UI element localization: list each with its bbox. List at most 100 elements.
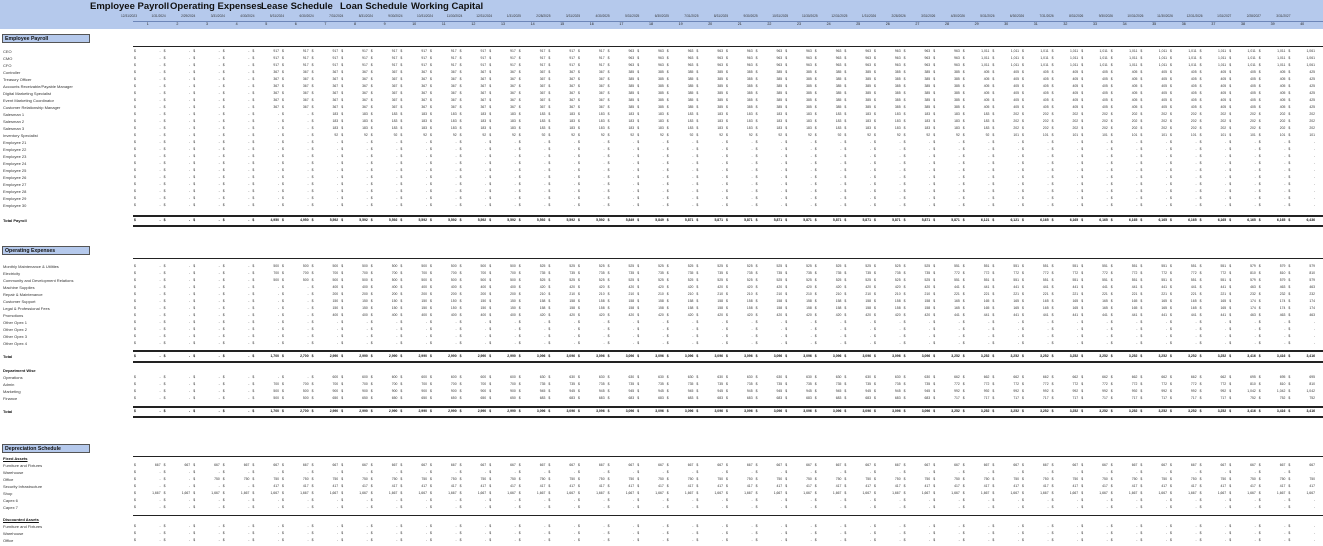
table-cell[interactable]: - (670, 504, 693, 511)
table-cell[interactable]: - (522, 326, 545, 333)
table-cell[interactable]: 385 (640, 90, 664, 97)
table-cell[interactable]: - (374, 202, 397, 209)
table-cell[interactable]: 1,667 (581, 490, 605, 497)
table-cell[interactable]: - (196, 146, 220, 153)
table-cell[interactable]: 1,667 (285, 490, 309, 497)
table-cell[interactable]: - (255, 537, 279, 544)
table-cell[interactable]: 400 (492, 284, 516, 291)
total-cell[interactable]: 3,096 (522, 408, 546, 415)
table-cell[interactable]: - (907, 174, 930, 181)
table-cell[interactable]: 525 (729, 263, 753, 270)
table-cell[interactable]: - (196, 523, 220, 530)
table-cell[interactable]: - (196, 530, 220, 537)
table-cell[interactable]: 992 (1055, 388, 1079, 395)
table-cell[interactable]: 367 (255, 76, 279, 83)
table-cell[interactable]: 158 (759, 305, 783, 312)
total-cell[interactable]: 3,096 (611, 353, 635, 360)
table-cell[interactable]: 405 (1084, 90, 1108, 97)
total-cell[interactable]: - (137, 408, 160, 415)
table-cell[interactable]: - (847, 146, 871, 153)
table-cell[interactable]: - (818, 181, 841, 188)
table-cell[interactable]: - (907, 333, 930, 340)
table-cell[interactable]: - (1262, 153, 1285, 160)
table-cell[interactable]: - (463, 181, 486, 188)
table-cell[interactable]: 772 (1203, 381, 1227, 388)
table-cell[interactable]: - (1173, 160, 1196, 167)
table-cell[interactable]: 551 (1084, 263, 1108, 270)
total-cell[interactable]: 3,096 (877, 353, 901, 360)
table-cell[interactable]: 630 (611, 374, 635, 381)
table-cell[interactable]: - (759, 326, 782, 333)
table-cell[interactable]: 525 (640, 263, 664, 270)
table-cell[interactable]: 717 (1143, 395, 1167, 402)
table-cell[interactable]: - (315, 497, 338, 504)
table-cell[interactable]: - (137, 537, 160, 544)
table-cell[interactable]: 667 (611, 462, 635, 469)
table-cell[interactable]: 202 (1262, 118, 1286, 125)
table-cell[interactable]: - (255, 504, 279, 511)
table-cell[interactable]: 367 (463, 104, 487, 111)
table-cell[interactable]: - (581, 326, 604, 333)
table-cell[interactable]: - (255, 132, 279, 139)
table-cell[interactable]: 367 (315, 83, 339, 90)
table-cell[interactable]: - (1232, 139, 1256, 146)
table-cell[interactable]: - (137, 298, 160, 305)
table-cell[interactable]: 667 (167, 462, 191, 469)
table-cell[interactable]: 367 (403, 69, 427, 76)
table-cell[interactable]: 101 (1291, 132, 1315, 139)
table-cell[interactable]: 367 (551, 97, 575, 104)
table-cell[interactable]: - (1143, 195, 1167, 202)
total-cell[interactable]: 3,096 (759, 353, 783, 360)
table-cell[interactable]: - (226, 374, 249, 381)
table-cell[interactable]: 165 (1055, 298, 1079, 305)
table-cell[interactable]: 525 (611, 277, 635, 284)
table-cell[interactable]: 405 (1143, 83, 1167, 90)
table-cell[interactable]: 405 (1262, 69, 1286, 76)
table-cell[interactable]: - (877, 504, 900, 511)
table-cell[interactable]: - (1203, 523, 1226, 530)
table-cell[interactable]: 667 (492, 462, 516, 469)
table-cell[interactable]: 221 (1055, 291, 1079, 298)
table-cell[interactable]: - (699, 504, 723, 511)
table-cell[interactable]: 917 (433, 55, 457, 62)
table-cell[interactable]: 441 (1114, 312, 1138, 319)
table-cell[interactable]: - (907, 153, 930, 160)
table-cell[interactable]: 367 (551, 76, 575, 83)
table-cell[interactable]: - (137, 132, 160, 139)
table-cell[interactable]: 700 (492, 381, 516, 388)
table-cell[interactable]: 158 (759, 298, 783, 305)
table-cell[interactable]: - (137, 83, 160, 90)
table-cell[interactable]: - (226, 55, 249, 62)
table-cell[interactable]: - (403, 195, 427, 202)
table-cell[interactable]: 400 (433, 284, 457, 291)
table-cell[interactable]: - (403, 139, 427, 146)
table-cell[interactable]: 750 (699, 476, 723, 483)
table-cell[interactable]: 183 (907, 118, 931, 125)
table-cell[interactable]: 200 (344, 291, 368, 298)
table-cell[interactable]: - (1203, 139, 1226, 146)
table-cell[interactable]: - (433, 139, 456, 146)
table-cell[interactable]: 1,667 (1203, 490, 1227, 497)
table-cell[interactable]: 700 (433, 381, 457, 388)
table-cell[interactable]: - (788, 530, 812, 537)
table-cell[interactable]: 183 (847, 111, 871, 118)
table-cell[interactable]: - (1203, 153, 1226, 160)
table-cell[interactable]: - (226, 90, 249, 97)
table-cell[interactable]: - (167, 277, 190, 284)
total-cell[interactable]: 5,871 (699, 217, 723, 224)
table-cell[interactable]: - (1291, 167, 1315, 174)
table-cell[interactable]: - (1084, 174, 1108, 181)
table-cell[interactable]: 101 (1262, 132, 1286, 139)
table-cell[interactable]: 385 (847, 83, 871, 90)
table-cell[interactable]: 963 (847, 62, 871, 69)
table-cell[interactable]: - (255, 153, 279, 160)
table-cell[interactable]: - (936, 537, 960, 544)
table-cell[interactable]: - (1203, 195, 1226, 202)
table-cell[interactable]: 917 (522, 62, 546, 69)
table-cell[interactable]: - (1084, 153, 1108, 160)
table-cell[interactable]: 600 (492, 374, 516, 381)
table-cell[interactable]: - (877, 530, 900, 537)
table-cell[interactable]: - (818, 167, 841, 174)
table-cell[interactable]: - (463, 497, 486, 504)
table-cell[interactable]: - (1262, 497, 1285, 504)
